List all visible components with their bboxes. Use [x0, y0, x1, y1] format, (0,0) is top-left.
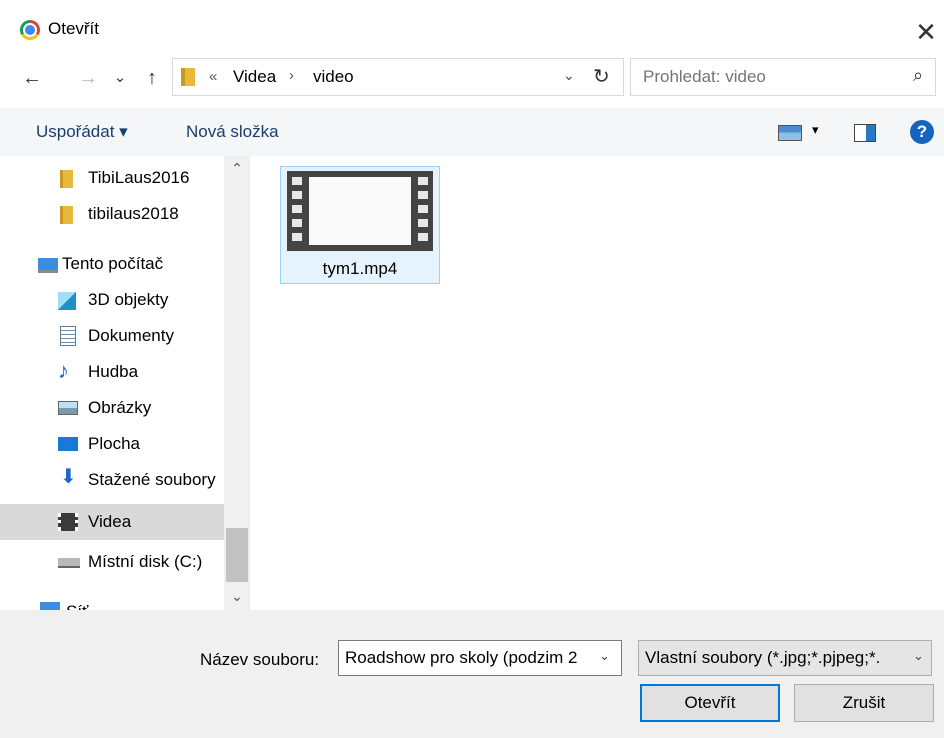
file-name: tym1.mp4: [322, 259, 398, 278]
help-icon[interactable]: ?: [910, 120, 934, 144]
search-input[interactable]: [643, 67, 893, 87]
sidebar-item-3d-objects[interactable]: 3D objekty: [0, 282, 224, 318]
chevron-down-icon[interactable]: ⌄: [599, 648, 610, 664]
view-dropdown-icon[interactable]: ▾: [812, 122, 819, 138]
sidebar-item-desktop[interactable]: Plocha: [0, 426, 224, 462]
search-icon[interactable]: ⌕: [913, 65, 923, 86]
sidebar-item-tibilaus2016[interactable]: TibiLaus2016: [0, 160, 224, 196]
computer-icon: [38, 258, 58, 273]
video-file-icon: [287, 171, 433, 251]
open-button[interactable]: Otevřít: [640, 684, 780, 722]
search-box[interactable]: ⌕: [630, 58, 936, 96]
sidebar-scrollbar[interactable]: ⌃ ⌄: [224, 156, 250, 610]
organize-button[interactable]: Uspořádat ▾: [36, 122, 128, 142]
scroll-up-arrow[interactable]: ⌃: [224, 160, 250, 177]
folder-icon: [60, 170, 73, 188]
sidebar-item-tibilaus2018[interactable]: tibilaus2018: [0, 196, 224, 232]
sidebar-item-label: Místní disk (C:): [88, 552, 203, 571]
refresh-icon[interactable]: ↻: [593, 64, 610, 89]
filename-label: Název souboru:: [200, 650, 320, 669]
chevron-down-icon[interactable]: ⌄: [563, 67, 575, 84]
back-button[interactable]: ←: [18, 64, 46, 92]
sidebar-item-music[interactable]: ♪ Hudba: [0, 354, 224, 390]
sidebar-item-label: tibilaus2018: [88, 204, 179, 223]
breadcrumb-video[interactable]: video: [313, 67, 354, 87]
sidebar-item-label: Tento počítač: [62, 254, 164, 273]
document-icon: [60, 326, 76, 346]
chrome-icon: [20, 20, 40, 40]
picture-icon: [58, 401, 78, 415]
file-type-select[interactable]: Vlastní soubory (*.jpg;*.pjpeg;*. ⌄: [638, 640, 932, 676]
sidebar-item-downloads[interactable]: ⬇ Stažené soubory: [0, 462, 224, 498]
sidebar-item-this-pc[interactable]: Tento počítač: [0, 246, 224, 282]
title-bar: Otevřít ✕: [0, 0, 944, 60]
recent-locations-button[interactable]: ⌄: [106, 64, 134, 92]
view-options-icon[interactable]: [778, 125, 802, 141]
sidebar-item-label: Stažené soubory: [88, 470, 216, 489]
video-icon: [58, 513, 78, 531]
overflow-separator[interactable]: «: [209, 68, 217, 85]
up-button[interactable]: ↑: [138, 64, 166, 92]
scroll-down-arrow[interactable]: ⌄: [224, 588, 250, 605]
sidebar-item-label: Plocha: [88, 434, 140, 453]
file-type-value[interactable]: Vlastní soubory (*.jpg;*.pjpeg;*.: [645, 648, 907, 668]
sidebar-item-label: Hudba: [88, 362, 139, 381]
sidebar-item-label: Dokumenty: [88, 326, 174, 345]
cancel-button[interactable]: Zrušit: [794, 684, 934, 722]
chevron-right-icon[interactable]: ›: [289, 67, 294, 84]
chevron-down-icon[interactable]: ⌄: [913, 648, 924, 664]
sidebar-item-label: 3D objekty: [88, 290, 169, 309]
filename-value[interactable]: Roadshow pro skoly (podzim 2: [345, 648, 595, 668]
sidebar-item-label: TibiLaus2016: [88, 168, 190, 187]
filename-input[interactable]: Roadshow pro skoly (podzim 2 ⌄: [338, 640, 622, 676]
file-item[interactable]: tym1.mp4: [280, 166, 440, 284]
navigation-pane[interactable]: TibiLaus2016 tibilaus2018 Tento počítač …: [0, 156, 224, 610]
cube-icon: [58, 292, 76, 310]
music-icon: ♪: [58, 358, 69, 383]
dialog-footer: Název souboru: Roadshow pro skoly (podzi…: [0, 610, 944, 738]
sidebar-item-label: Videa: [88, 512, 132, 531]
window-title: Otevřít: [48, 19, 100, 38]
sidebar-item-network[interactable]: Síť: [0, 594, 224, 610]
folder-icon: [181, 68, 195, 86]
new-folder-button[interactable]: Nová složka: [186, 122, 279, 142]
sidebar-item-local-disk[interactable]: Místní disk (C:): [0, 544, 224, 580]
sidebar-item-documents[interactable]: Dokumenty: [0, 318, 224, 354]
folder-icon: [60, 206, 73, 224]
address-bar[interactable]: « Videa › video ⌄ ↻: [172, 58, 624, 96]
disk-icon: [58, 558, 80, 568]
download-icon: ⬇: [60, 466, 77, 488]
desktop-icon: [58, 437, 78, 451]
preview-pane-icon[interactable]: [854, 124, 876, 142]
breadcrumb-videa[interactable]: Videa: [233, 67, 276, 87]
forward-button[interactable]: →: [74, 64, 102, 92]
scroll-thumb[interactable]: [226, 528, 248, 582]
sidebar-item-pictures[interactable]: Obrázky: [0, 390, 224, 426]
sidebar-item-videos[interactable]: Videa: [0, 504, 224, 540]
network-icon: [40, 602, 60, 610]
sidebar-item-label: Obrázky: [88, 398, 152, 417]
command-bar: Uspořádat ▾ Nová složka ▾ ?: [0, 108, 944, 156]
close-button[interactable]: ✕: [908, 14, 944, 50]
sidebar-item-label: Síť: [66, 602, 88, 610]
